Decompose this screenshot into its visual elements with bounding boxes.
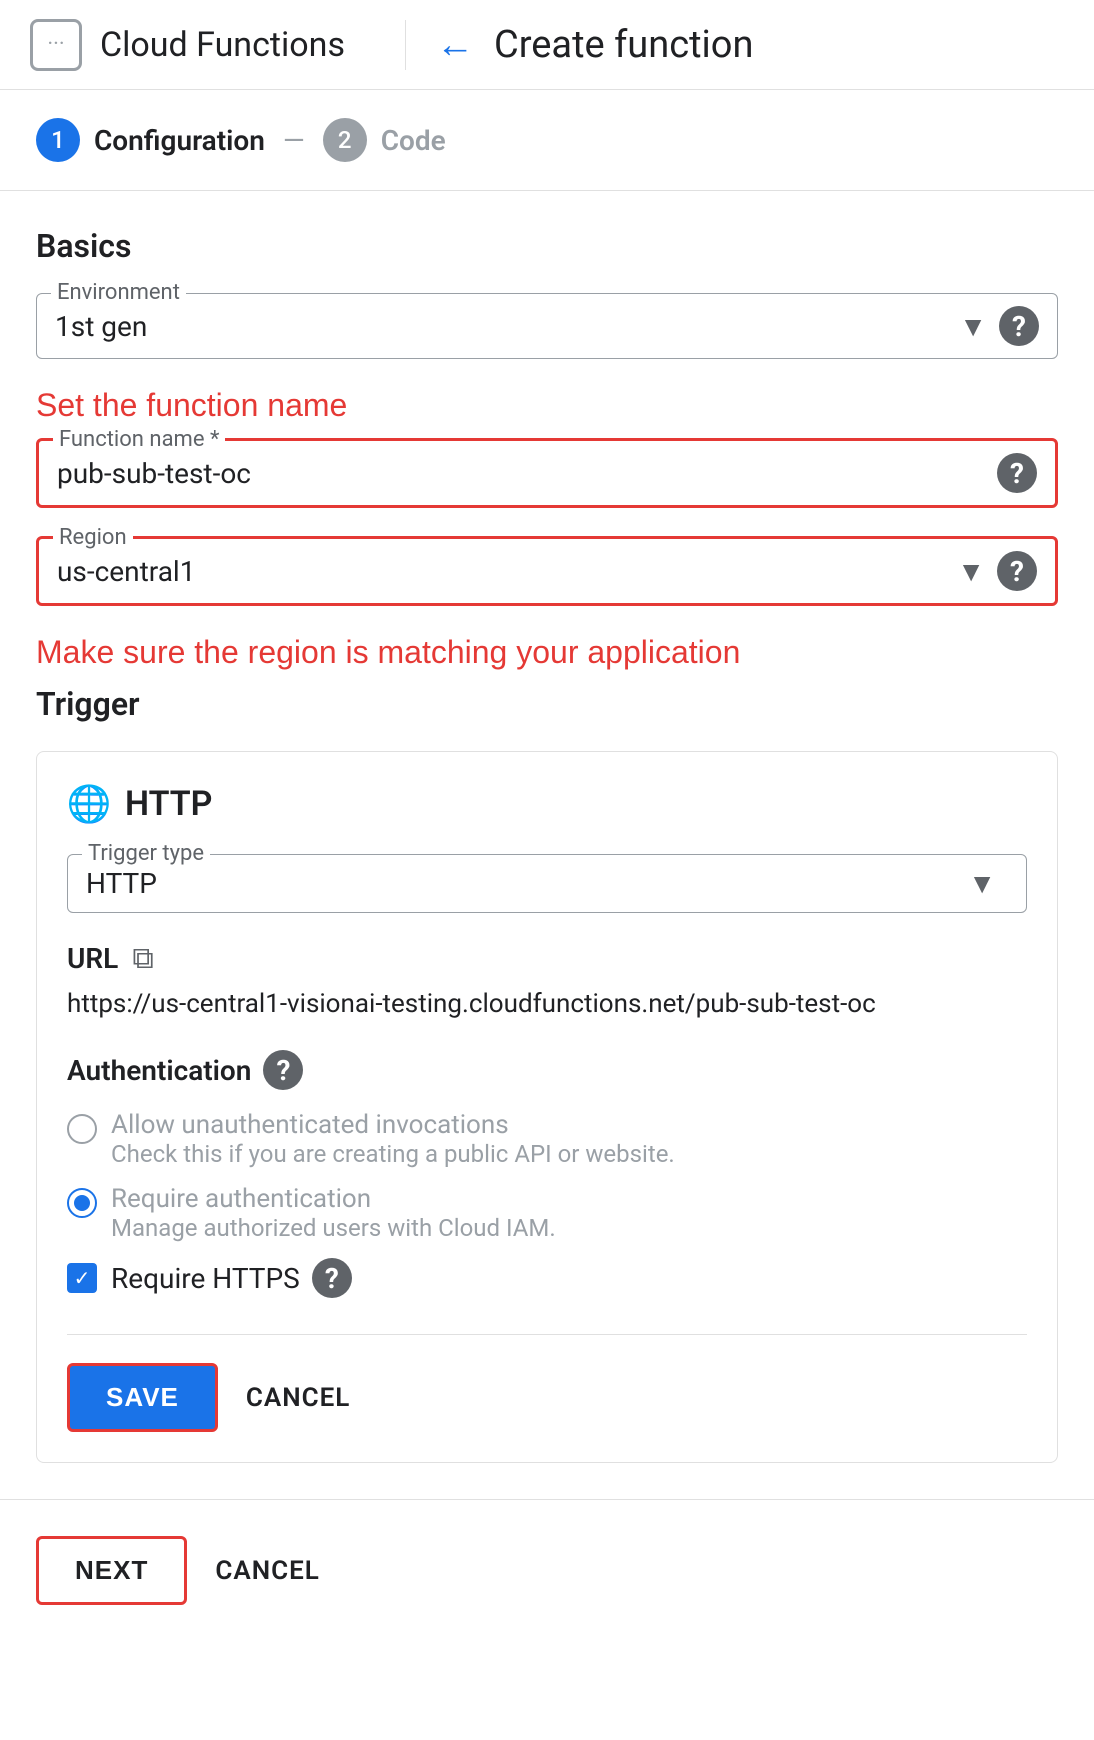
trigger-type-dropdown-icon[interactable]: ▼ bbox=[968, 867, 996, 900]
step2-label: Code bbox=[381, 124, 446, 157]
app-name: Cloud Functions bbox=[100, 25, 345, 65]
auth-help-icon[interactable]: ? bbox=[263, 1050, 303, 1090]
https-label-text: Require HTTPS bbox=[111, 1262, 300, 1295]
function-name-field[interactable]: Function name * pub-sub-test-oc ? bbox=[36, 438, 1058, 508]
radio-unauthenticated[interactable]: Allow unauthenticated invocations Check … bbox=[67, 1110, 1027, 1168]
function-name-annotation: Set the function name bbox=[36, 387, 1058, 424]
http-globe-icon: 🌐 bbox=[67, 782, 111, 826]
step-dash: — bbox=[283, 124, 305, 157]
auth-section: Authentication ? Allow unauthenticated i… bbox=[67, 1050, 1027, 1298]
https-help-icon[interactable]: ? bbox=[312, 1258, 352, 1298]
region-field-group: Region us-central1 ▼ ? bbox=[36, 536, 1058, 606]
logo-area: ··· Cloud Functions bbox=[30, 19, 345, 71]
trigger-section: 🌐 HTTP Trigger type HTTP ▼ URL ⧉ https:/… bbox=[36, 751, 1058, 1463]
header-divider bbox=[405, 20, 406, 70]
step-2[interactable]: 2 Code bbox=[323, 118, 446, 162]
radio-authenticated-btn[interactable] bbox=[67, 1188, 97, 1218]
radio-unauthenticated-text: Allow unauthenticated invocations Check … bbox=[111, 1110, 675, 1168]
back-arrow-icon[interactable]: ← bbox=[436, 23, 474, 67]
trigger-type-value: HTTP bbox=[86, 867, 968, 900]
region-value: us-central1 bbox=[57, 555, 957, 588]
trigger-header: 🌐 HTTP bbox=[67, 782, 1027, 826]
next-button[interactable]: NEXT bbox=[36, 1536, 187, 1605]
radio-unauthenticated-main: Allow unauthenticated invocations bbox=[111, 1110, 675, 1140]
function-name-label: Function name * bbox=[53, 427, 225, 452]
radio-authenticated-main: Require authentication bbox=[111, 1184, 556, 1214]
environment-field-group: Environment 1st gen ▼ ? bbox=[36, 293, 1058, 359]
trigger-cancel-button[interactable]: CANCEL bbox=[246, 1383, 350, 1413]
region-dropdown-icon[interactable]: ▼ bbox=[957, 555, 985, 588]
bottom-actions: NEXT CANCEL bbox=[0, 1499, 1094, 1641]
app-logo-icon: ··· bbox=[30, 19, 82, 71]
bottom-cancel-button[interactable]: CANCEL bbox=[215, 1556, 319, 1586]
https-checkbox-label: Require HTTPS ? bbox=[111, 1258, 352, 1298]
step1-label: Configuration bbox=[94, 124, 265, 157]
region-field[interactable]: Region us-central1 ▼ ? bbox=[36, 536, 1058, 606]
environment-field[interactable]: Environment 1st gen ▼ ? bbox=[36, 293, 1058, 359]
check-icon: ✓ bbox=[74, 1266, 91, 1290]
basics-title: Basics bbox=[36, 227, 1058, 265]
radio-unauthenticated-sub: Check this if you are creating a public … bbox=[111, 1140, 675, 1168]
auth-title: Authentication ? bbox=[67, 1050, 1027, 1090]
trigger-section-title: Trigger bbox=[36, 685, 1058, 723]
radio-authenticated-sub: Manage authorized users with Cloud IAM. bbox=[111, 1214, 556, 1242]
url-row: URL ⧉ bbox=[67, 941, 1027, 976]
environment-value: 1st gen bbox=[55, 310, 959, 343]
region-label: Region bbox=[53, 525, 133, 550]
trigger-type-field-group: Trigger type HTTP ▼ bbox=[67, 854, 1027, 913]
radio-unauthenticated-btn[interactable] bbox=[67, 1114, 97, 1144]
steps-bar: 1 Configuration — 2 Code bbox=[0, 90, 1094, 191]
radio-authenticated[interactable]: Require authentication Manage authorized… bbox=[67, 1184, 1027, 1242]
environment-dropdown-icon[interactable]: ▼ bbox=[959, 310, 987, 343]
url-label: URL bbox=[67, 942, 118, 975]
page-title: Create function bbox=[494, 23, 753, 67]
auth-title-text: Authentication bbox=[67, 1054, 251, 1087]
environment-help-icon[interactable]: ? bbox=[999, 306, 1039, 346]
trigger-type-field[interactable]: Trigger type HTTP ▼ bbox=[67, 854, 1027, 913]
step2-circle: 2 bbox=[323, 118, 367, 162]
url-value: https://us-central1-visionai-testing.clo… bbox=[67, 986, 1027, 1022]
copy-icon[interactable]: ⧉ bbox=[132, 941, 153, 976]
main-content: Basics Environment 1st gen ▼ ? Set the f… bbox=[0, 191, 1094, 1463]
save-button[interactable]: SAVE bbox=[67, 1363, 218, 1432]
trigger-header-label: HTTP bbox=[125, 784, 212, 824]
region-help-icon[interactable]: ? bbox=[997, 551, 1037, 591]
https-checkbox[interactable]: ✓ bbox=[67, 1263, 97, 1293]
function-name-field-group: Function name * pub-sub-test-oc ? bbox=[36, 438, 1058, 508]
step1-circle: 1 bbox=[36, 118, 80, 162]
trigger-actions: SAVE CANCEL bbox=[67, 1334, 1027, 1432]
step-1[interactable]: 1 Configuration bbox=[36, 118, 265, 162]
function-name-value: pub-sub-test-oc bbox=[57, 457, 997, 490]
region-annotation: Make sure the region is matching your ap… bbox=[36, 634, 1058, 671]
radio-authenticated-text: Require authentication Manage authorized… bbox=[111, 1184, 556, 1242]
function-name-help-icon[interactable]: ? bbox=[997, 453, 1037, 493]
environment-label: Environment bbox=[51, 280, 186, 305]
back-nav[interactable]: ← Create function bbox=[436, 23, 753, 67]
trigger-type-label: Trigger type bbox=[82, 841, 210, 866]
header: ··· Cloud Functions ← Create function bbox=[0, 0, 1094, 90]
https-checkbox-row[interactable]: ✓ Require HTTPS ? bbox=[67, 1258, 1027, 1298]
